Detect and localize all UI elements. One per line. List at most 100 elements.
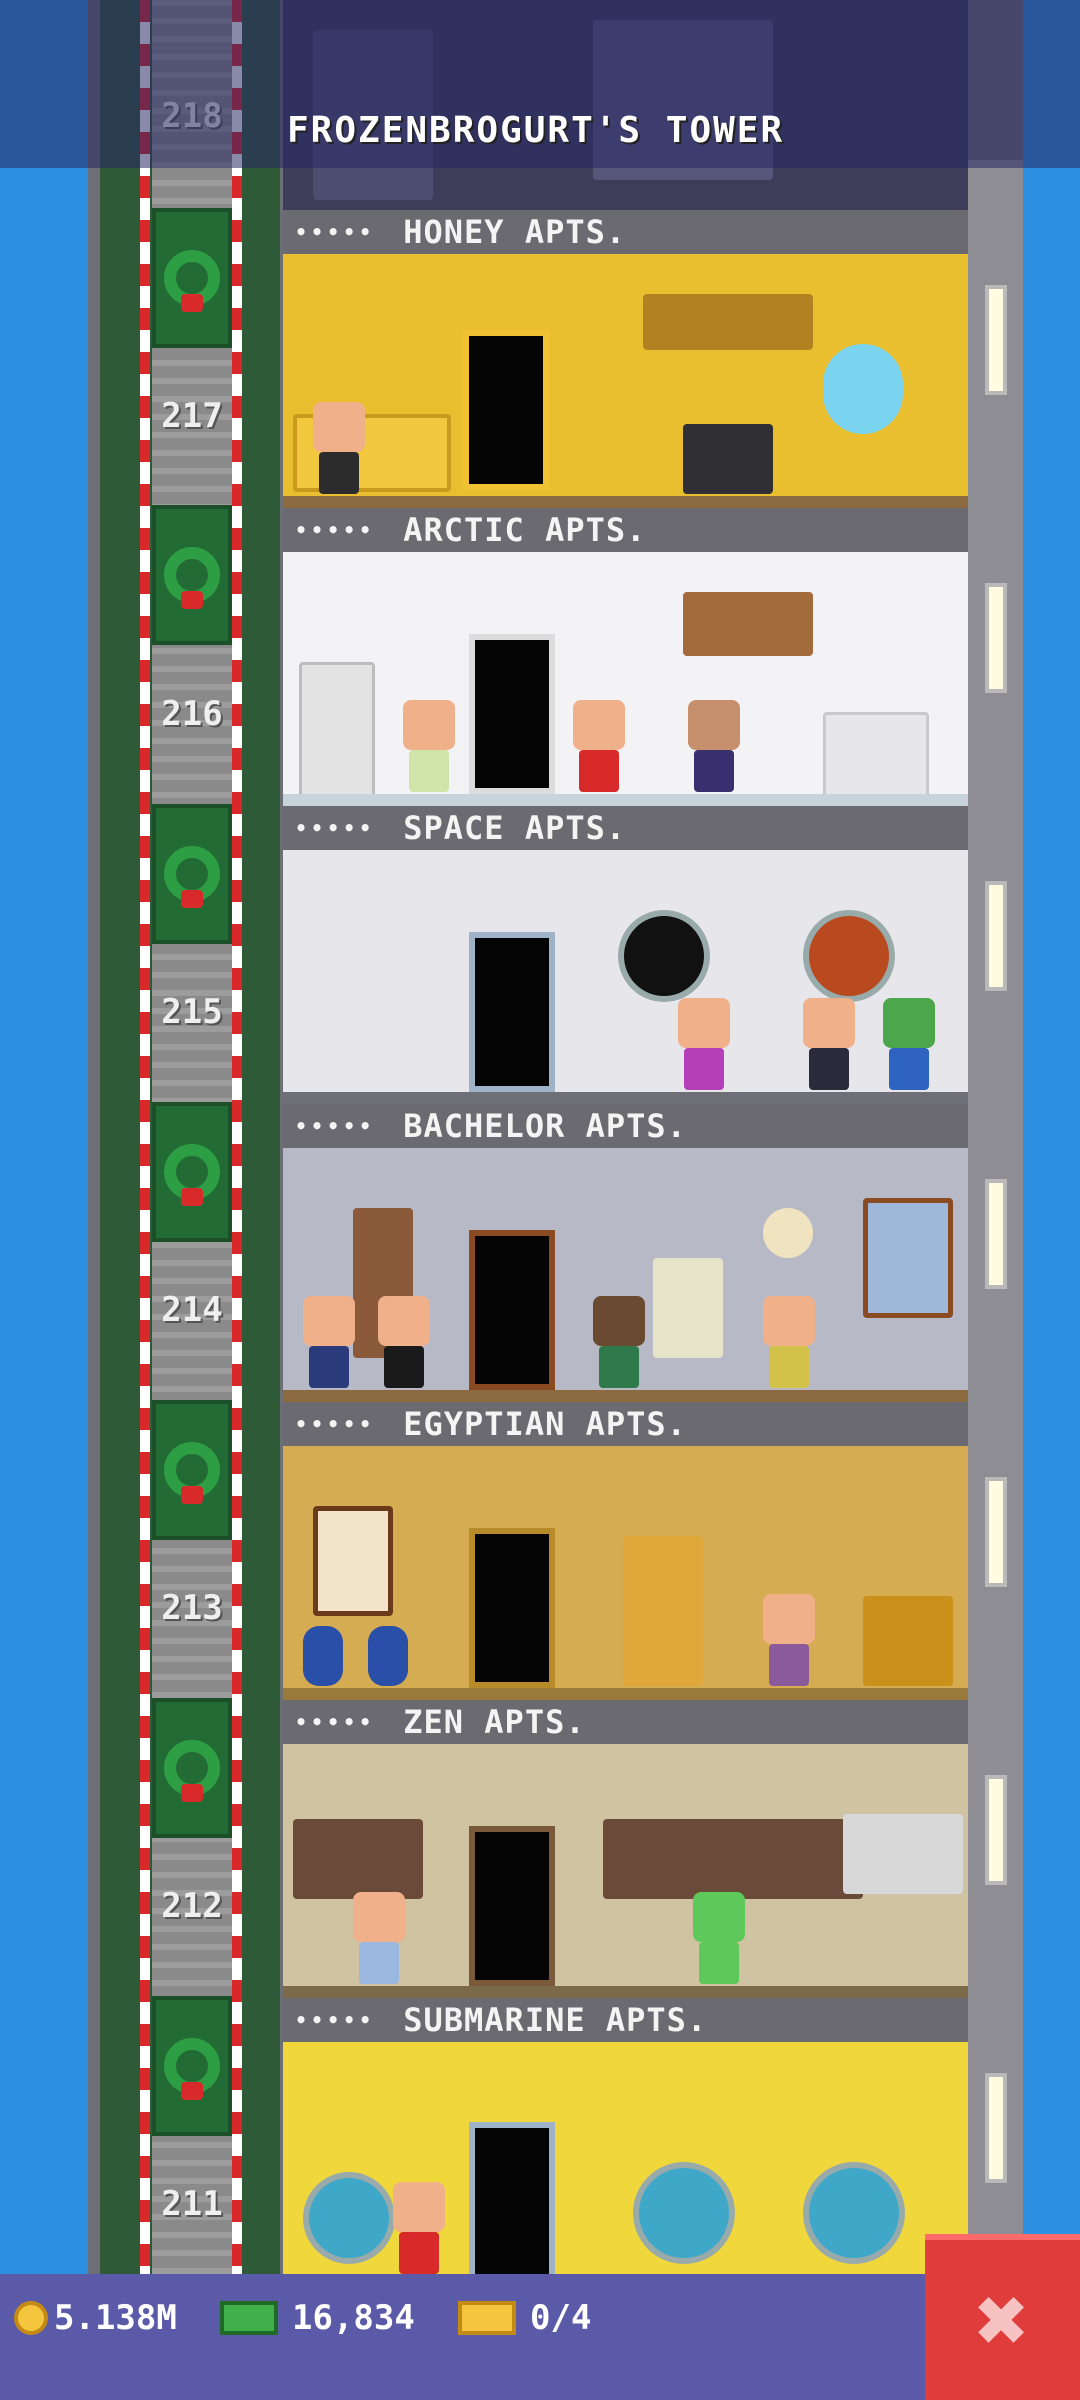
- stars: •••••: [295, 816, 376, 840]
- floor-number: 213: [161, 1588, 223, 1628]
- bux-value: 16,834: [292, 2298, 415, 2338]
- resident-head: [763, 1296, 815, 1346]
- stars: •••••: [295, 2008, 376, 2032]
- porthole: [618, 910, 710, 1002]
- tickets-stat[interactable]: 0/4: [458, 2296, 591, 2340]
- floor-number: 211: [161, 2184, 223, 2224]
- floor-215[interactable]: ••••• SPACE APTS.: [283, 806, 968, 1104]
- room[interactable]: [283, 254, 968, 508]
- floor-number: 216: [161, 694, 223, 734]
- arcade-machine: [653, 1258, 723, 1358]
- floor-label: ••••• SPACE APTS.: [283, 806, 968, 850]
- coins-stat[interactable]: 5.138M: [14, 2296, 177, 2340]
- floorline: [283, 1688, 968, 1700]
- floor-217[interactable]: ••••• HONEY APTS.: [283, 210, 968, 508]
- window: [293, 1819, 423, 1899]
- resident-body: [309, 1346, 349, 1388]
- floor-212[interactable]: ••••• ZEN APTS.: [283, 1700, 968, 1998]
- resident-body: [359, 1942, 399, 1984]
- resident-head: [303, 1296, 355, 1346]
- resident[interactable]: [883, 998, 935, 1090]
- door[interactable]: [469, 1528, 555, 1688]
- porthole: [303, 2172, 395, 2264]
- light-slot: [985, 1477, 1007, 1587]
- resident-head: [763, 1594, 815, 1644]
- elevator-car-213[interactable]: [152, 1400, 232, 1540]
- pictures: [643, 294, 813, 350]
- door[interactable]: [469, 2122, 555, 2282]
- resident-body: [579, 750, 619, 792]
- door[interactable]: [463, 330, 549, 490]
- resident-body: [409, 750, 449, 792]
- resident[interactable]: [303, 1296, 355, 1388]
- bux-stat[interactable]: 16,834: [220, 2296, 415, 2340]
- floorline: [283, 794, 968, 806]
- resident[interactable]: [678, 998, 730, 1090]
- floor-216[interactable]: ••••• ARCTIC APTS.: [283, 508, 968, 806]
- elevator-car-217[interactable]: [152, 208, 232, 348]
- resident[interactable]: [353, 1892, 405, 1984]
- room[interactable]: [283, 1744, 968, 1998]
- resident[interactable]: [763, 1296, 815, 1388]
- close-button[interactable]: ✖: [925, 2234, 1080, 2400]
- resident[interactable]: [688, 700, 740, 792]
- room[interactable]: [283, 1446, 968, 1700]
- room[interactable]: [283, 552, 968, 806]
- ticket-icon: [458, 2301, 516, 2335]
- tickets-value: 0/4: [530, 2298, 592, 2338]
- elevator-car-216[interactable]: [152, 505, 232, 645]
- resident-head: [803, 998, 855, 1048]
- resident[interactable]: [803, 998, 855, 1090]
- resident[interactable]: [573, 700, 625, 792]
- floor-214[interactable]: ••••• BACHELOR APTS.: [283, 1104, 968, 1402]
- dartboard: [763, 1208, 813, 1258]
- elevator-car-215[interactable]: [152, 804, 232, 944]
- room[interactable]: [283, 1148, 968, 1402]
- resident[interactable]: [763, 1594, 815, 1686]
- floor-213[interactable]: ••••• EGYPTIAN APTS.: [283, 1402, 968, 1700]
- light-slot: [985, 285, 1007, 395]
- floor-label: ••••• ARCTIC APTS.: [283, 508, 968, 552]
- elevator-rail-left: [140, 0, 150, 2400]
- elevator-car-212[interactable]: [152, 1698, 232, 1838]
- vase: [303, 1626, 343, 1686]
- wreath-icon: [164, 1144, 220, 1200]
- room[interactable]: [283, 850, 968, 1104]
- resident-body: [699, 1942, 739, 1984]
- resident-head: [593, 1296, 645, 1346]
- stars: •••••: [295, 518, 376, 542]
- door[interactable]: [469, 932, 555, 1092]
- door[interactable]: [469, 1230, 555, 1390]
- chair: [823, 712, 929, 798]
- stars: •••••: [295, 1412, 376, 1436]
- wreath-icon: [164, 250, 220, 306]
- resident-body: [384, 1346, 424, 1388]
- floor-name: BACHELOR APTS.: [403, 1107, 687, 1145]
- elevator-car-214[interactable]: [152, 1102, 232, 1242]
- resident-head: [678, 998, 730, 1048]
- resident-body: [769, 1644, 809, 1686]
- coins-value: 5.138M: [54, 2298, 177, 2338]
- resident-body: [599, 1346, 639, 1388]
- floor-name: HONEY APTS.: [403, 213, 627, 251]
- wreath-icon: [164, 1442, 220, 1498]
- resident[interactable]: [593, 1296, 645, 1388]
- door[interactable]: [469, 634, 555, 794]
- door[interactable]: [469, 1826, 555, 1986]
- resident[interactable]: [378, 1296, 430, 1388]
- floor-name: EGYPTIAN APTS.: [403, 1405, 687, 1443]
- light-slot: [985, 1775, 1007, 1885]
- room[interactable]: [283, 2042, 968, 2282]
- floor-name: ZEN APTS.: [403, 1703, 586, 1741]
- elevator-car-211[interactable]: [152, 1996, 232, 2136]
- resident[interactable]: [313, 402, 365, 494]
- resident[interactable]: [693, 1892, 745, 1984]
- wreath-icon: [164, 2038, 220, 2094]
- resident-head: [313, 402, 365, 452]
- resident[interactable]: [403, 700, 455, 792]
- floor-name: ARCTIC APTS.: [403, 511, 647, 549]
- painting: [313, 1506, 393, 1616]
- floor-211[interactable]: ••••• SUBMARINE APTS.: [283, 1998, 968, 2282]
- flowers: [823, 344, 903, 434]
- resident[interactable]: [393, 2182, 445, 2274]
